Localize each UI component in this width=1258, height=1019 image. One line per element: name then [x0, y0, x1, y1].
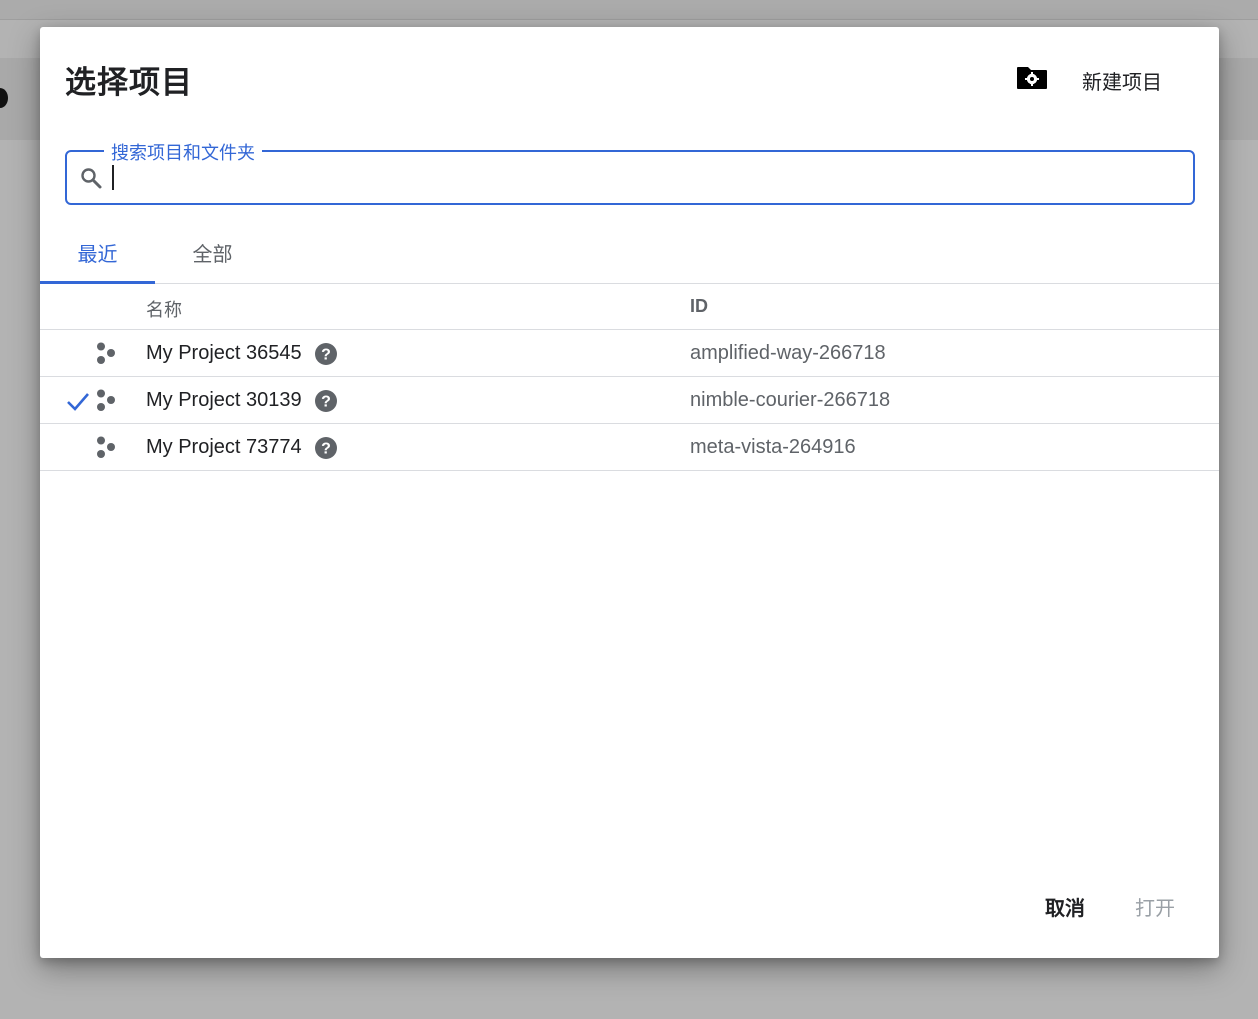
background-top-bar [0, 0, 1258, 20]
project-id: nimble-courier-266718 [690, 389, 891, 411]
project-hexagons-icon [97, 342, 115, 364]
cancel-button[interactable]: 取消 [1045, 892, 1085, 921]
open-button[interactable]: 打开 [1135, 892, 1175, 921]
help-circle-icon[interactable]: ? [314, 342, 338, 366]
folder-gear-icon[interactable] [1016, 64, 1048, 90]
project-id: amplified-way-266718 [690, 342, 886, 364]
project-name: My Project 73774 [146, 436, 302, 458]
project-name: My Project 30139 [146, 389, 302, 411]
text-caret [112, 165, 114, 190]
help-circle-icon[interactable]: ? [314, 436, 338, 460]
table-header: 名称 ID [40, 285, 1219, 330]
tab-all[interactable]: 全部 [155, 232, 270, 284]
search-icon [81, 168, 102, 189]
search-field[interactable]: 搜索项目和文件夹 [65, 139, 1195, 205]
table-row[interactable]: My Project 36545 ? amplified-way-266718 [40, 330, 1219, 377]
project-hexagons-icon [97, 436, 115, 458]
search-input[interactable] [111, 160, 1181, 196]
select-project-dialog: 选择项目 新建项目 搜索项目和文件夹 最近 全部 名称 ID My Projec… [40, 27, 1219, 958]
column-header-id: ID [690, 296, 708, 316]
column-header-name: 名称 [146, 300, 182, 320]
svg-text:?: ? [321, 441, 331, 458]
table-row[interactable]: My Project 30139 ? nimble-courier-266718 [40, 377, 1219, 424]
new-project-button[interactable]: 新建项目 [1082, 66, 1162, 95]
tab-recent[interactable]: 最近 [40, 232, 155, 284]
project-name: My Project 36545 [146, 342, 302, 364]
table-row[interactable]: My Project 73774 ? meta-vista-264916 [40, 424, 1219, 471]
help-circle-icon[interactable]: ? [314, 389, 338, 413]
tab-bar: 最近 全部 [40, 232, 1219, 284]
svg-text:?: ? [321, 347, 331, 364]
check-icon [67, 393, 89, 411]
svg-text:?: ? [321, 394, 331, 411]
dialog-title: 选择项目 [65, 65, 193, 100]
project-id: meta-vista-264916 [690, 436, 856, 458]
project-hexagons-icon [97, 389, 115, 411]
